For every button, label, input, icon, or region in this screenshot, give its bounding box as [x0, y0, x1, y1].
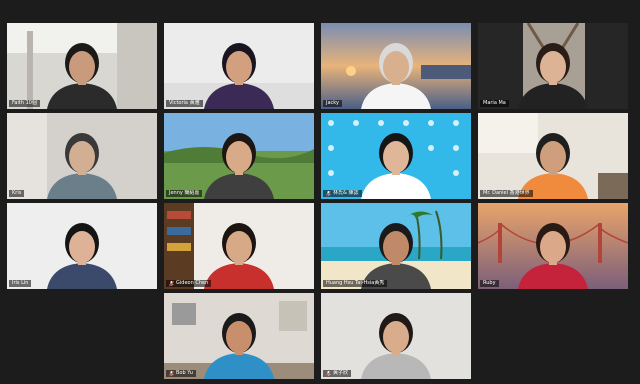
participant-name: 黃子欣: [333, 370, 349, 376]
participant-video: [321, 203, 471, 289]
participant-name-tag: Victoria 黃雅: [166, 100, 203, 107]
participant-name: Jenny 簡紹嘉: [169, 190, 200, 196]
muted-mic-icon: [169, 280, 174, 287]
participant-name-tag: Mr. Daniel 香港世界: [480, 190, 533, 197]
participant-name-tag: Kris: [9, 190, 25, 197]
participant-name-tag: Jacky: [323, 100, 342, 107]
participant-name: Kris: [12, 190, 22, 196]
participant-name-tag: Faith 10個: [9, 100, 40, 107]
participant-name-tag: Jenny 簡紹嘉: [166, 190, 203, 197]
participant-name-tag: 黃子欣: [323, 370, 352, 377]
participant-video: [164, 293, 314, 379]
participant-video: [321, 23, 471, 109]
participant-name-tag: Gideon Chen: [166, 280, 212, 287]
participant-video: [7, 113, 157, 199]
participant-name: Iris Lin: [12, 280, 29, 286]
participant-video: [164, 23, 314, 109]
participant-tile[interactable]: Jenny 簡紹嘉: [164, 113, 314, 199]
participant-tile[interactable]: Huang Hsu Tai-Hsia黃秀: [321, 203, 471, 289]
participant-tile[interactable]: 林氏& 陳誌: [321, 113, 471, 199]
participant-name: Gideon Chen: [176, 280, 209, 286]
participant-name-tag: Bob Yu: [166, 370, 196, 377]
participant-name: 林氏& 陳誌: [333, 190, 359, 196]
participant-name-tag: Iris Lin: [9, 280, 32, 287]
participant-name-tag: Ruby: [480, 280, 499, 287]
participant-video: [321, 293, 471, 379]
zoom-gallery-window: Faith 10個 Victoria 黃雅 Jacky Maria Ma Kris Jen…: [0, 0, 640, 384]
participant-video: [7, 23, 157, 109]
participant-tile[interactable]: 黃子欣: [321, 293, 471, 379]
participant-name: Huang Hsu Tai-Hsia黃秀: [326, 280, 385, 286]
participant-name-tag: Huang Hsu Tai-Hsia黃秀: [323, 280, 388, 287]
participant-video: [7, 203, 157, 289]
muted-mic-icon: [326, 190, 331, 197]
muted-mic-icon: [326, 370, 331, 377]
participant-tile[interactable]: Gideon Chen: [164, 203, 314, 289]
participant-name: Jacky: [326, 100, 339, 106]
participant-video: [478, 113, 628, 199]
participant-video: [478, 203, 628, 289]
participant-name: Victoria 黃雅: [169, 100, 200, 106]
participant-video: [164, 203, 314, 289]
participant-name: Ruby: [483, 280, 496, 286]
participant-name: Bob Yu: [176, 370, 193, 376]
participant-tile[interactable]: Kris: [7, 113, 157, 199]
participant-video: [321, 113, 471, 199]
participant-video: [478, 23, 628, 109]
participant-tile[interactable]: Ruby: [478, 203, 628, 289]
muted-mic-icon: [169, 370, 174, 377]
participant-tile[interactable]: Bob Yu: [164, 293, 314, 379]
participant-name: Mr. Daniel 香港世界: [483, 190, 530, 196]
participant-name-tag: Maria Ma: [480, 100, 509, 107]
participant-tile[interactable]: Faith 10個: [7, 23, 157, 109]
participant-video: [164, 113, 314, 199]
participant-tile[interactable]: Iris Lin: [7, 203, 157, 289]
participant-name-tag: 林氏& 陳誌: [323, 190, 362, 197]
participant-tile[interactable]: Victoria 黃雅: [164, 23, 314, 109]
participant-name: Maria Ma: [483, 100, 506, 106]
participant-tile[interactable]: Maria Ma: [478, 23, 628, 109]
participant-tile[interactable]: Mr. Daniel 香港世界: [478, 113, 628, 199]
participant-tile[interactable]: Jacky: [321, 23, 471, 109]
participant-name: Faith 10個: [12, 100, 37, 106]
